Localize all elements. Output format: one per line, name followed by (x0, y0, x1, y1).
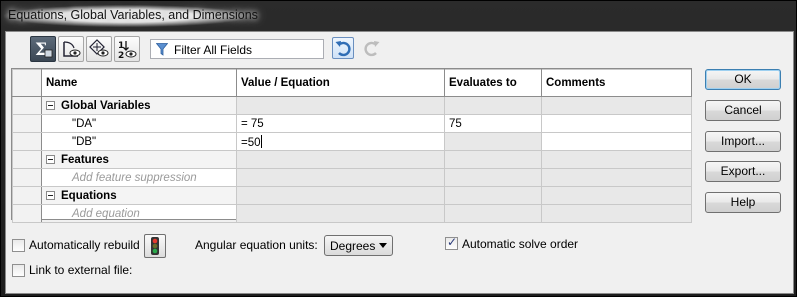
column-header-value[interactable]: Value / Equation (236, 69, 445, 97)
table-row: Add equation (12, 204, 692, 223)
svg-text:1: 1 (118, 41, 124, 51)
traffic-light-icon (151, 237, 159, 255)
comments-cell (541, 204, 692, 223)
equation-view-icon: Σ (35, 40, 53, 60)
dimension-view-icon (89, 39, 109, 57)
group-evaluates-cell (444, 96, 542, 115)
group-label: Global Variables (61, 99, 151, 112)
title-bar[interactable]: Equations, Global Variables, and Dimensi… (1, 1, 796, 31)
value-equation-text[interactable]: =50 (241, 137, 261, 149)
window-title: Equations, Global Variables, and Dimensi… (8, 8, 258, 22)
auto-rebuild-checkbox[interactable] (12, 239, 25, 252)
value-equation-cell (236, 168, 445, 187)
evaluates-cell (444, 168, 542, 187)
undo-button[interactable] (332, 37, 354, 59)
row-header[interactable] (12, 186, 42, 205)
table-header-row: Name Value / Equation Evaluates to Comme… (12, 69, 692, 97)
collapse-icon[interactable] (46, 190, 55, 200)
variable-name-cell[interactable]: "DA" (41, 114, 237, 133)
table-row: Add feature suppression (12, 168, 692, 187)
group-row-features: Features (12, 150, 692, 169)
redo-icon (364, 41, 380, 57)
variable-name-cell[interactable]: "DB" (41, 132, 237, 151)
ordered-view-icon: 1 2 (118, 41, 137, 60)
angular-units-value: Degrees (330, 239, 376, 253)
help-button[interactable]: Help (705, 192, 781, 213)
comments-cell[interactable] (541, 114, 692, 133)
column-header-comments[interactable]: Comments (541, 69, 692, 97)
row-header[interactable] (12, 204, 42, 223)
ordered-view-button[interactable]: 1 2 (114, 36, 140, 62)
equation-view-button[interactable]: Σ (30, 36, 56, 62)
comments-cell (541, 168, 692, 187)
group-global-variables-cell[interactable]: Global Variables (41, 96, 237, 115)
group-comments-cell (541, 186, 692, 205)
value-equation-cell (236, 204, 445, 223)
evaluates-cell: 75 (444, 114, 542, 133)
group-features-cell[interactable]: Features (41, 150, 237, 169)
value-equation-cell[interactable]: = 75 (236, 114, 445, 133)
add-feature-suppression-cell[interactable]: Add feature suppression (41, 168, 237, 187)
column-header-evaluates[interactable]: Evaluates to (444, 69, 542, 97)
group-label: Features (61, 153, 109, 166)
sketch-equation-view-icon (63, 41, 81, 57)
group-evaluates-cell (444, 150, 542, 169)
cancel-button[interactable]: Cancel (705, 100, 781, 121)
group-value-cell (236, 96, 445, 115)
auto-solve-label[interactable]: Automatic solve order (462, 237, 578, 251)
rebuild-button[interactable] (144, 234, 166, 258)
column-header-name[interactable]: Name (41, 69, 237, 97)
chevron-down-icon (379, 243, 387, 248)
equations-dialog: Equations, Global Variables, and Dimensi… (0, 0, 797, 297)
link-external-checkbox[interactable] (12, 264, 25, 277)
value-equation-cell-editing[interactable]: =50 (236, 132, 445, 151)
group-row-global-variables: Global Variables (12, 96, 692, 115)
auto-rebuild-label[interactable]: Automatically rebuild (29, 238, 140, 252)
group-label: Equations (61, 189, 117, 202)
row-header[interactable] (12, 168, 42, 187)
auto-solve-checkbox[interactable] (445, 235, 458, 250)
dimension-view-button[interactable] (86, 36, 112, 62)
import-button[interactable]: Import... (705, 131, 781, 152)
group-comments-cell (541, 96, 692, 115)
sketch-equation-view-button[interactable] (58, 36, 84, 62)
angular-units-label: Angular equation units: (195, 238, 318, 252)
group-comments-cell (541, 150, 692, 169)
table-row: "DB" =50 (12, 132, 692, 151)
undo-icon (335, 41, 351, 57)
comments-cell[interactable] (541, 132, 692, 151)
funnel-icon (156, 43, 168, 56)
group-row-equations: Equations (12, 186, 692, 205)
collapse-icon[interactable] (46, 154, 55, 164)
filter-input[interactable]: Filter All Fields (150, 39, 324, 59)
filter-placeholder: Filter All Fields (174, 43, 253, 57)
evaluates-cell (444, 204, 542, 223)
row-header[interactable] (12, 96, 42, 115)
text-caret (260, 134, 262, 148)
export-button[interactable]: Export... (705, 161, 781, 182)
ok-button[interactable]: OK (705, 69, 781, 90)
row-header-corner (12, 69, 42, 97)
table-row: "DA" = 75 75 (12, 114, 692, 133)
collapse-icon[interactable] (46, 100, 55, 110)
svg-text:2: 2 (118, 51, 124, 60)
redo-button[interactable] (361, 37, 383, 59)
group-evaluates-cell (444, 186, 542, 205)
add-equation-cell[interactable]: Add equation (41, 204, 237, 223)
angular-units-dropdown[interactable]: Degrees (324, 235, 393, 256)
evaluates-cell (444, 132, 542, 151)
link-external-label[interactable]: Link to external file: (29, 263, 132, 277)
group-equations-cell[interactable]: Equations (41, 186, 237, 205)
equations-table: Name Value / Equation Evaluates to Comme… (11, 68, 692, 223)
row-header[interactable] (12, 132, 42, 151)
group-value-cell (236, 186, 445, 205)
group-value-cell (236, 150, 445, 169)
row-header[interactable] (12, 150, 42, 169)
dialog-client-area: Σ 1 2 Filter All Fields Name Value / Equ… (5, 31, 794, 294)
row-header[interactable] (12, 114, 42, 133)
